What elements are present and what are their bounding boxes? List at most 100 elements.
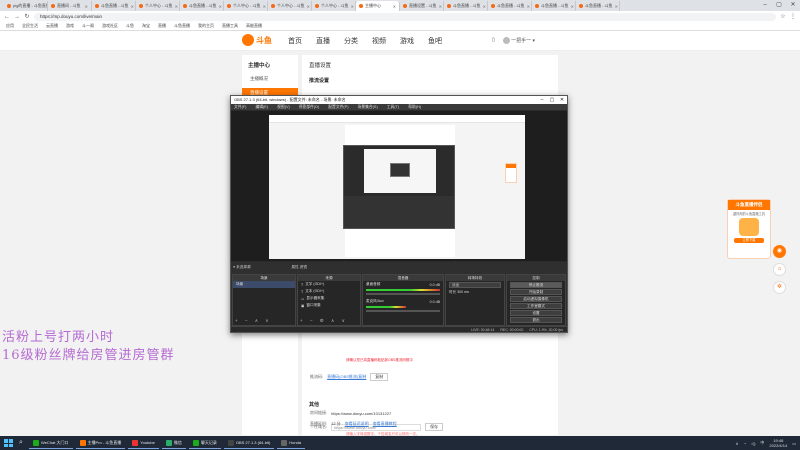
sidebar-item-overview[interactable]: 主播概况 <box>242 69 298 82</box>
taskbar-app[interactable]: OBS 27.1.3 (64-bit) <box>223 438 275 449</box>
volume-icon[interactable]: ◁) <box>751 441 755 446</box>
tab-close-icon[interactable]: ✕ <box>85 4 88 9</box>
push-code-link[interactable]: 直播码(OBS推流)复制 <box>327 374 366 380</box>
tray-up-icon[interactable]: ∧ <box>736 441 739 446</box>
browser-tab[interactable]: 斗鱼直播 - 斗鱼 ✕ <box>180 1 224 11</box>
promo-download-button[interactable]: 立即下载 <box>734 238 764 243</box>
tab-close-icon[interactable]: ✕ <box>351 4 354 9</box>
browser-tab[interactable]: 斗鱼直播 - 斗鱼 ✕ <box>488 1 532 11</box>
obs-maximize-icon[interactable]: ▢ <box>547 97 557 103</box>
phone-icon[interactable]: ▯ <box>492 37 495 44</box>
browser-tab[interactable]: 主播中心 ✕ <box>356 1 400 11</box>
source-item[interactable]: T 文本 (GDI+) <box>298 288 360 295</box>
bookmark-item[interactable]: 游戏社区 <box>102 23 118 29</box>
browser-tab[interactable]: 斗鱼直播 - 斗鱼 ✕ <box>576 1 620 11</box>
tab-close-icon[interactable]: ✕ <box>527 4 530 9</box>
tab-close-icon[interactable]: ✕ <box>571 4 574 9</box>
exit-button[interactable]: 退出 <box>510 317 562 323</box>
browser-tab[interactable]: 直播设置 - 斗鱼 ✕ <box>400 1 444 11</box>
source-item[interactable]: T 文字 (GDI+) <box>298 281 360 288</box>
start-recording-button[interactable]: 开始录制 <box>510 289 562 295</box>
bookmark-item[interactable]: 斗鱼 <box>126 23 134 29</box>
browser-tab[interactable]: 个人中心 - 斗鱼 ✕ <box>312 1 356 11</box>
taskbar-app[interactable]: WeChat 大门口 <box>29 438 73 449</box>
tab-close-icon[interactable]: ✕ <box>439 4 442 9</box>
camera-icon[interactable]: ◉ <box>773 245 786 258</box>
bookmark-item[interactable]: 斗一阁 <box>82 23 94 29</box>
obs-preview[interactable] <box>231 111 567 261</box>
live-companion-promo[interactable]: 斗鱼直播伴侣 超好用的斗鱼直播工具 立即下载 <box>727 199 771 259</box>
bookmark-item[interactable]: 斗鱼直播 <box>174 23 190 29</box>
virtual-camera-button[interactable]: 启动虚拟摄像机 <box>510 296 562 302</box>
browser-tab[interactable]: 个人中心 - 斗鱼 ✕ <box>268 1 312 11</box>
taskbar-app[interactable]: Honda <box>277 438 306 449</box>
obs-minimize-icon[interactable]: – <box>537 97 547 103</box>
browser-tab[interactable]: pig的直播 - 斗鱼直播✕ <box>4 1 48 11</box>
maximize-icon[interactable]: ▢ <box>772 0 786 11</box>
volume-slider[interactable] <box>366 310 440 312</box>
bookmark-item[interactable]: 高能直播 <box>246 23 262 29</box>
bookmark-item[interactable]: 云直播 <box>46 23 58 29</box>
source-item[interactable]: ▭ 显示器采集 <box>298 295 360 302</box>
tab-close-icon[interactable]: ✕ <box>131 4 134 9</box>
tab-close-icon[interactable]: ✕ <box>307 4 310 9</box>
bookmark-item[interactable]: 我的主页 <box>198 23 214 29</box>
scenes-dock-toolbar[interactable]: + − ∧ ∨ <box>235 318 272 324</box>
forward-icon[interactable]: → <box>14 14 20 20</box>
studio-mode-button[interactable]: 工作室模式 <box>510 303 562 309</box>
network-icon[interactable]: ◔ <box>744 441 746 446</box>
url-input[interactable]: https://mp.douyu.com/live/main <box>34 12 776 21</box>
obs-menu-item[interactable]: 工具(T) <box>387 105 399 110</box>
site-nav-item[interactable]: 首页 <box>288 36 302 46</box>
settings-button[interactable]: 设置 <box>510 310 562 316</box>
site-logo[interactable]: 斗鱼 <box>242 34 272 46</box>
bookmark-item[interactable]: 直播 <box>158 23 166 29</box>
reload-icon[interactable]: ↻ <box>24 13 30 20</box>
browser-tab[interactable]: 斗鱼直播 - 斗鱼 ✕ <box>444 1 488 11</box>
sources-dock-toolbar[interactable]: + − ⚙ ∧ ∨ <box>300 318 348 324</box>
clock[interactable]: 19:48 2022/4/14 <box>769 438 787 448</box>
tab-close-icon[interactable]: ✕ <box>393 4 396 9</box>
browser-tab[interactable]: 个人中心 - 斗鱼 ✕ <box>136 1 180 11</box>
obs-menu-item[interactable]: 停靠部件(D) <box>299 105 319 110</box>
properties-filters-tabs[interactable]: 属性 滤镜 <box>292 265 307 269</box>
delay-explain-link[interactable]: 查看延迟说明 <box>345 421 369 427</box>
tab-close-icon[interactable]: ✕ <box>263 4 266 9</box>
obs-menu-item[interactable]: 编辑(E) <box>255 105 268 110</box>
notification-icon[interactable]: ▭ <box>792 441 796 446</box>
taskbar-app[interactable]: Youtube <box>128 438 159 449</box>
site-nav-item[interactable]: 鱼吧 <box>428 36 442 46</box>
scene-item[interactable]: 场景 <box>233 281 295 288</box>
tab-close-icon[interactable]: ✕ <box>483 4 486 9</box>
browser-tab[interactable]: 斗鱼直播 - 斗鱼 ✕ <box>532 1 576 11</box>
transition-duration[interactable]: 时长 300 ms <box>446 289 504 296</box>
site-nav-item[interactable]: 分类 <box>344 36 358 46</box>
search-icon[interactable]: ⌕ <box>16 438 26 448</box>
bookmark-item[interactable]: 直播工具 <box>222 23 238 29</box>
obs-close-icon[interactable]: ✕ <box>557 97 567 103</box>
obs-menu-item[interactable]: 帮助(H) <box>408 105 421 110</box>
minimize-icon[interactable]: – <box>758 0 772 11</box>
stop-streaming-button[interactable]: 停止推流 <box>510 282 562 288</box>
close-icon[interactable]: ✕ <box>786 0 800 11</box>
settings-icon[interactable]: ✲ <box>773 281 786 294</box>
taskbar-app[interactable]: 微信 <box>161 438 186 449</box>
save-domain-button[interactable]: 保存 <box>425 423 444 431</box>
obs-menu-item[interactable]: 文件(F) <box>234 105 246 110</box>
site-nav-item[interactable]: 直播 <box>316 36 330 46</box>
site-nav-item[interactable]: 游戏 <box>400 36 414 46</box>
live-tutorial-link[interactable]: 查看直播教程 <box>373 421 397 427</box>
volume-slider[interactable] <box>366 293 440 295</box>
menu-icon[interactable]: ⋮ <box>790 13 796 20</box>
browser-tab[interactable]: 个人中心 - 斗鱼 ✕ <box>224 1 268 11</box>
back-icon[interactable]: ← <box>4 14 10 20</box>
user-menu[interactable]: 一把手一 ▾ <box>502 37 535 45</box>
obs-menu-item[interactable]: 视图(V) <box>277 105 290 110</box>
transition-select[interactable]: 淡出 <box>449 282 501 288</box>
obs-menu-item[interactable]: 场景集合(S) <box>357 105 377 110</box>
browser-tab[interactable]: 直播间 - 斗鱼 ✕ <box>48 1 92 11</box>
tab-close-icon[interactable]: ✕ <box>219 4 222 9</box>
site-nav-item[interactable]: 视频 <box>372 36 386 46</box>
copy-button[interactable]: 复制 <box>370 373 389 381</box>
taskbar-app[interactable]: 主播Pro - 斗鱼直播 <box>75 438 126 449</box>
